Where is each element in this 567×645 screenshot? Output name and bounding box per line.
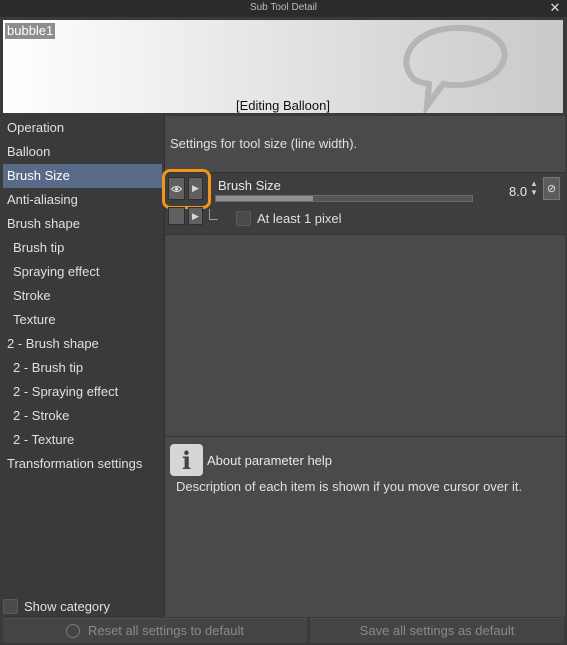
reset-label: Reset all settings to default: [87, 623, 245, 638]
sub-expand-arrow-icon[interactable]: ▶: [188, 207, 203, 225]
category-2-brush-tip[interactable]: 2 - Brush tip: [3, 356, 162, 380]
save-label: Save all settings as default: [359, 623, 515, 638]
preview-name: bubble1: [5, 23, 56, 39]
category-2-spraying-effect[interactable]: 2 - Spraying effect: [3, 380, 162, 404]
category-stroke[interactable]: Stroke: [3, 284, 162, 308]
info-icon: i: [170, 444, 203, 476]
brush-size-spin-icon[interactable]: ▲ ▼: [528, 179, 540, 199]
save-all-settings-button[interactable]: Save all settings as default: [310, 618, 564, 643]
at-least-1-pixel-label: At least 1 pixel: [257, 211, 342, 226]
category-brush-tip[interactable]: Brush tip: [3, 236, 162, 260]
help-text: Description of each item is shown if you…: [176, 479, 523, 494]
parameter-area: ▶ Brush Size 8.0 ▲ ▼ ⊘ ▶ At least 1 pixel: [162, 169, 565, 235]
category-texture[interactable]: Texture: [3, 308, 162, 332]
at-least-1-pixel-checkbox[interactable]: [236, 211, 251, 226]
category-description: Settings for tool size (line width).: [170, 136, 358, 151]
category-balloon[interactable]: Balloon: [3, 140, 162, 164]
expand-arrow-icon[interactable]: ▶: [188, 177, 203, 200]
category-list: Operation Balloon Brush Size Anti-aliasi…: [3, 116, 162, 616]
reset-all-settings-button[interactable]: Reset all settings to default: [3, 618, 307, 643]
display-on-tool-property-eye-icon[interactable]: [168, 177, 185, 200]
footer-bar: Reset all settings to default Save all s…: [0, 618, 567, 645]
display-on-tool-property-toggle[interactable]: [168, 207, 185, 225]
category-brush-shape[interactable]: Brush shape: [3, 212, 162, 236]
brush-size-slider[interactable]: [215, 195, 473, 202]
help-title: About parameter help: [207, 453, 333, 468]
category-anti-aliasing[interactable]: Anti-aliasing: [3, 188, 162, 212]
brush-size-value[interactable]: 8.0: [509, 184, 527, 199]
category-2-brush-shape[interactable]: 2 - Brush shape: [3, 332, 162, 356]
category-transformation-settings[interactable]: Transformation settings: [3, 452, 162, 476]
window-titlebar: Sub Tool Detail ✕: [0, 0, 567, 17]
close-icon[interactable]: ✕: [547, 0, 563, 16]
window-title: Sub Tool Detail: [249, 2, 318, 13]
category-spraying-effect[interactable]: Spraying effect: [3, 260, 162, 284]
preview-area: bubble1 [Editing Balloon]: [3, 20, 563, 113]
category-operation[interactable]: Operation: [3, 116, 162, 140]
eye-icon: [171, 185, 182, 192]
category-2-stroke[interactable]: 2 - Stroke: [3, 404, 162, 428]
category-brush-size[interactable]: Brush Size: [3, 164, 162, 188]
show-category-label: Show category: [24, 598, 110, 614]
settings-panel: Settings for tool size (line width). ▶ B…: [162, 116, 565, 617]
parameter-help: i About parameter help Description of ea…: [165, 436, 565, 617]
show-category-option[interactable]: Show category: [3, 596, 110, 616]
tree-connector: [209, 209, 218, 220]
brush-size-slider-fill: [216, 196, 314, 201]
show-category-checkbox[interactable]: [3, 598, 18, 614]
pressure-settings-button[interactable]: ⊘: [543, 177, 560, 200]
reset-icon: [65, 623, 80, 638]
brush-size-label: Brush Size: [218, 178, 281, 193]
preview-caption: [Editing Balloon]: [236, 98, 330, 113]
category-2-texture[interactable]: 2 - Texture: [3, 428, 162, 452]
